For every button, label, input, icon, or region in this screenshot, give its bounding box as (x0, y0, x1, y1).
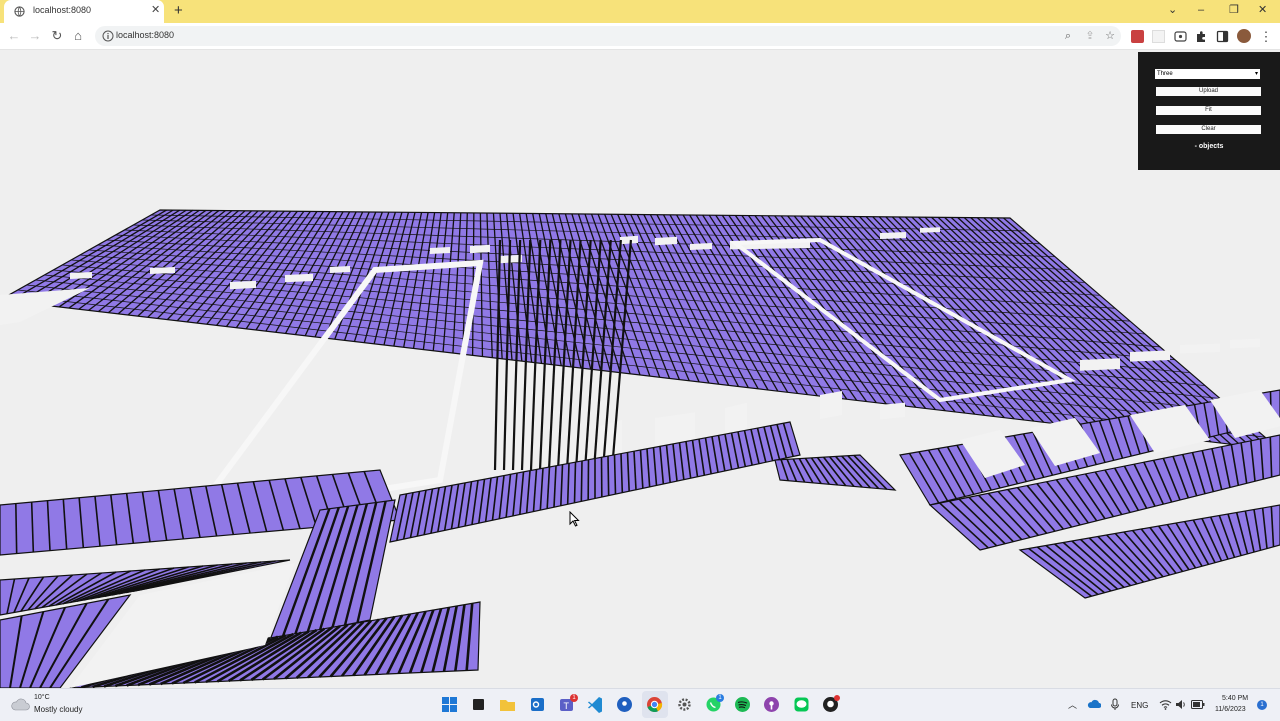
layout-mesh[interactable] (0, 50, 1280, 688)
cloud-weather-icon[interactable] (10, 697, 30, 711)
onedrive-icon[interactable] (1087, 699, 1101, 709)
settings-gear-icon[interactable] (676, 696, 693, 713)
objects-folder-toggle[interactable]: - objects (1138, 143, 1280, 150)
white-gap (820, 391, 842, 419)
controls-panel: Three ▾ Upload Fit Clear - objects (1138, 52, 1280, 170)
clock-time[interactable]: 5:40 PM (1222, 695, 1248, 702)
white-gap (430, 247, 450, 254)
windows-start-icon[interactable] (441, 696, 458, 713)
maps-pin-icon[interactable] (616, 696, 633, 713)
home-button[interactable]: ⌂ (70, 28, 86, 44)
whatsapp-badge: 1 (716, 694, 724, 702)
minimize-button[interactable]: – (1198, 2, 1204, 18)
spotify-icon[interactable] (734, 696, 751, 713)
white-gap (330, 266, 350, 273)
puzzle-extensions-icon[interactable] (1195, 30, 1208, 43)
renderer-select[interactable]: Three ▾ (1155, 69, 1260, 79)
language-indicator[interactable]: ENG (1131, 701, 1148, 710)
podcast-icon[interactable] (763, 696, 780, 713)
extension-blank-icon[interactable] (1152, 30, 1165, 43)
white-gap (880, 232, 906, 239)
zoom-icon[interactable]: ⌕ (1061, 29, 1075, 43)
clock-date[interactable]: 11/6/2023 (1215, 706, 1246, 713)
side-panel-icon[interactable] (1216, 30, 1229, 43)
tray-chevron-icon[interactable]: ︿ (1068, 699, 1077, 711)
white-gap (285, 274, 313, 282)
outlook-icon[interactable] (529, 696, 546, 713)
front-strip-mid-stripe (615, 455, 616, 494)
globe-icon (14, 6, 25, 17)
battery-icon[interactable] (1191, 700, 1205, 709)
wifi-icon[interactable] (1159, 699, 1172, 710)
extension-red-icon[interactable] (1131, 30, 1144, 43)
close-window-button[interactable]: ✕ (1258, 2, 1267, 18)
white-gap (1180, 344, 1220, 354)
front-strip-mid-stripe (608, 456, 609, 496)
bookmark-star-icon[interactable]: ☆ (1103, 29, 1117, 43)
white-gap (920, 227, 940, 233)
github-dot (834, 695, 840, 701)
weather-temp: 10°C (34, 694, 50, 701)
white-gap (620, 236, 638, 244)
teams-badge: 1 (570, 694, 578, 702)
browser-tab[interactable]: localhost:8080 ✕ (4, 0, 164, 23)
url-text: localhost:8080 (116, 30, 174, 40)
white-gap (470, 245, 490, 253)
front-strip-mid-stripe (581, 461, 582, 501)
task-view-icon[interactable] (470, 696, 487, 713)
white-gap (230, 281, 256, 289)
profile-avatar[interactable] (1237, 29, 1251, 43)
three-canvas[interactable] (0, 50, 1280, 688)
tab-close-icon[interactable]: ✕ (151, 4, 160, 17)
tab-strip: localhost:8080 ✕ + ⌄ – ❐ ✕ (0, 0, 1280, 23)
clear-button[interactable]: Clear (1156, 125, 1261, 134)
microphone-icon[interactable] (1110, 698, 1120, 711)
chrome-icon[interactable] (646, 696, 663, 713)
white-gap (70, 272, 92, 279)
svg-text:T: T (564, 701, 570, 711)
weather-desc: Mostly cloudy (34, 705, 82, 714)
notification-badge[interactable]: 1 (1257, 700, 1267, 710)
file-explorer-icon[interactable] (499, 696, 516, 713)
white-gap (690, 243, 712, 250)
browser-menu-icon[interactable]: ⋮ (1258, 29, 1274, 45)
new-tab-button[interactable]: + (174, 2, 183, 20)
white-gap (1230, 339, 1260, 349)
forward-button[interactable]: → (27, 28, 43, 44)
front-strip-mid-stripe (575, 462, 576, 503)
share-icon[interactable]: ⇪ (1083, 29, 1097, 43)
white-gap (655, 237, 677, 245)
mouse-cursor-icon (569, 511, 580, 527)
tab-title: localhost:8080 (33, 5, 91, 15)
line-chat-icon[interactable] (793, 696, 810, 713)
chevron-down-icon: ▾ (1255, 69, 1258, 79)
back-button[interactable]: ← (6, 28, 22, 44)
extension-screen-icon[interactable] (1174, 30, 1187, 43)
upload-button[interactable]: Upload (1156, 87, 1261, 96)
white-gap (150, 267, 175, 274)
address-bar[interactable]: localhost:8080 ⌕ ⇪ ☆ (95, 26, 1121, 46)
white-gap (1080, 358, 1120, 371)
vscode-icon[interactable] (587, 696, 604, 713)
white-gap (1130, 350, 1170, 361)
browser-toolbar: ← → ↻ ⌂ localhost:8080 ⌕ ⇪ ☆ (0, 23, 1280, 50)
tab-search-chevron-icon[interactable]: ⌄ (1168, 2, 1177, 18)
restore-button[interactable]: ❐ (1229, 2, 1239, 18)
front-strip-left-stripe (16, 504, 17, 554)
renderer-select-value: Three (1157, 71, 1173, 77)
volume-icon[interactable] (1175, 699, 1187, 710)
reload-button[interactable]: ↻ (49, 28, 65, 44)
fit-button[interactable]: Fit (1156, 106, 1261, 115)
white-gap (880, 403, 905, 420)
site-info-icon[interactable] (101, 29, 115, 43)
windows-taskbar: 10°C Mostly cloudy T 1 1 (0, 688, 1280, 721)
